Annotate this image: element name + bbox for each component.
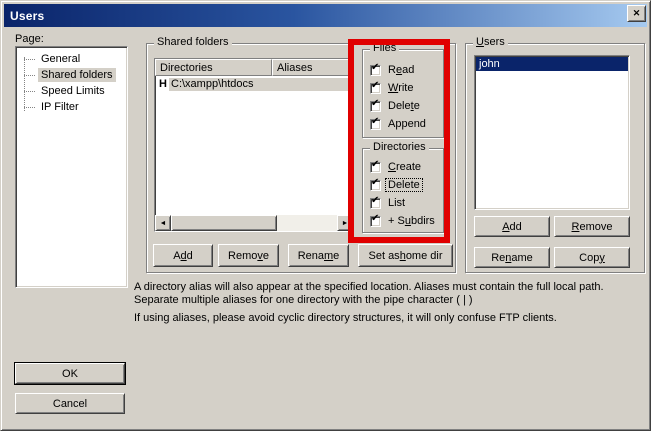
- scrollbar-thumb[interactable]: [171, 215, 277, 231]
- users-group-label: Users: [473, 36, 508, 48]
- set-as-home-dir-button[interactable]: Set as home dir: [358, 244, 453, 267]
- info-notes: A directory alias will also appear at th…: [134, 281, 648, 325]
- cancel-button[interactable]: Cancel: [15, 393, 125, 414]
- cyclic-note: If using aliases, please avoid cyclic di…: [134, 312, 648, 325]
- page-list-label: Page:: [15, 33, 44, 45]
- folder-rename-button[interactable]: Rename: [288, 244, 349, 267]
- close-button[interactable]: ✕: [627, 5, 646, 22]
- horizontal-scrollbar[interactable]: ◄ ►: [155, 215, 353, 231]
- tree-connector: [24, 59, 35, 60]
- users-group: Users john Add Remove Rename Copy: [465, 43, 645, 273]
- column-header-aliases[interactable]: Aliases: [272, 59, 353, 76]
- user-add-button[interactable]: Add: [474, 216, 550, 237]
- page-item-ip-filter[interactable]: IP Filter: [16, 99, 127, 115]
- page-item-label: Speed Limits: [38, 84, 108, 98]
- highlight-rectangle: [348, 39, 450, 243]
- page-tree[interactable]: General Shared folders Speed Limits IP F…: [15, 46, 128, 288]
- tree-connector: [24, 107, 35, 108]
- page-item-label: Shared folders: [38, 68, 116, 82]
- tree-connector: [24, 75, 35, 76]
- column-header-directories[interactable]: Directories: [155, 59, 272, 76]
- page-item-speed-limits[interactable]: Speed Limits: [16, 83, 127, 99]
- table-row[interactable]: H C:\xampp\htdocs: [155, 77, 353, 91]
- alias-note: A directory alias will also appear at th…: [134, 281, 648, 307]
- ok-button[interactable]: OK: [15, 363, 125, 384]
- shared-folders-table[interactable]: Directories Aliases H C:\xampp\htdocs ◄ …: [154, 58, 354, 232]
- folder-remove-button[interactable]: Remove: [218, 244, 279, 267]
- shared-folders-group-label: Shared folders: [154, 36, 232, 48]
- user-copy-button[interactable]: Copy: [554, 247, 630, 268]
- home-directory-marker: H: [159, 78, 169, 90]
- table-header: Directories Aliases: [155, 59, 353, 76]
- users-listbox[interactable]: john: [474, 55, 630, 210]
- users-dialog: Users ✕ Page: General Shared folders Spe…: [0, 0, 651, 431]
- close-icon: ✕: [633, 9, 641, 18]
- directory-cell: C:\xampp\htdocs: [169, 78, 353, 91]
- scrollbar-track[interactable]: [277, 215, 337, 231]
- window-title: Users: [10, 9, 44, 23]
- scroll-left-icon: ◄: [160, 220, 167, 227]
- page-item-label: IP Filter: [38, 100, 82, 114]
- user-name: john: [479, 58, 500, 70]
- user-rename-button[interactable]: Rename: [474, 247, 550, 268]
- title-bar: Users: [4, 4, 647, 27]
- folder-add-button[interactable]: Add: [153, 244, 213, 267]
- user-list-item[interactable]: john: [476, 57, 628, 71]
- scroll-left-button[interactable]: ◄: [155, 215, 171, 231]
- page-item-shared-folders[interactable]: Shared folders: [16, 67, 127, 83]
- page-item-label: General: [38, 52, 83, 66]
- page-item-general[interactable]: General: [16, 51, 127, 67]
- user-remove-button[interactable]: Remove: [554, 216, 630, 237]
- tree-connector: [24, 91, 35, 92]
